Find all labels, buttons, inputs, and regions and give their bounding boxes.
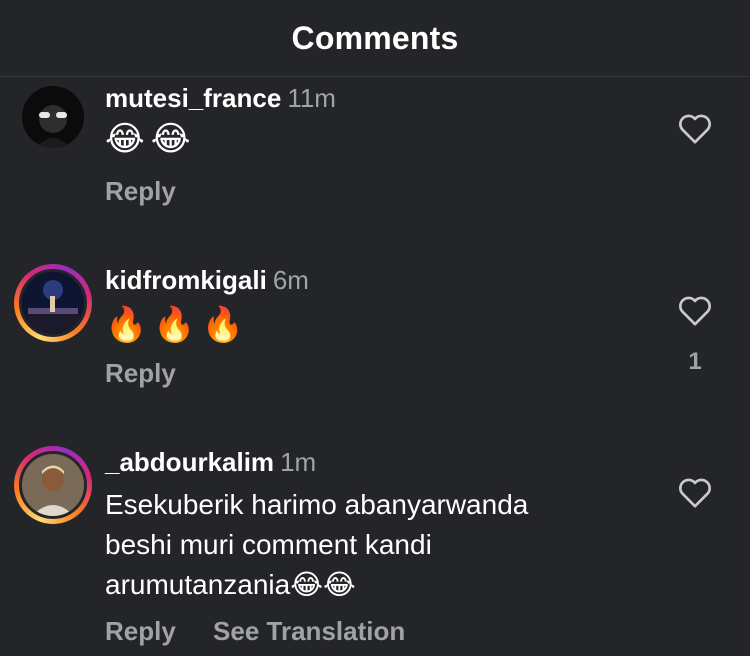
- comment-text: Esekuberik harimo abanyarwanda beshi mur…: [105, 485, 645, 605]
- comment-text-line: Esekuberik harimo abanyarwanda: [105, 489, 529, 520]
- comment-text: 🔥🔥🔥: [105, 305, 251, 345]
- page-title: Comments: [291, 19, 459, 56]
- avatar[interactable]: [14, 446, 92, 524]
- reply-button[interactable]: Reply: [105, 176, 176, 206]
- avatar[interactable]: [14, 78, 92, 156]
- comment-text-line: beshi muri comment kandi: [105, 529, 432, 560]
- comment-text-line: arumutanzania😂😂: [105, 569, 356, 600]
- username[interactable]: mutesi_france: [105, 83, 281, 113]
- username[interactable]: kidfromkigali: [105, 265, 267, 295]
- comment-text: 😂😂: [105, 119, 197, 159]
- reply-button[interactable]: Reply: [105, 358, 176, 388]
- like-count: 1: [688, 348, 702, 375]
- see-translation-button[interactable]: See Translation: [213, 616, 405, 646]
- comment-meta: _abdourkalim 1m: [105, 447, 316, 477]
- username[interactable]: _abdourkalim: [105, 447, 274, 477]
- comment-actions: Reply: [105, 358, 206, 389]
- heart-outline-icon[interactable]: [675, 290, 715, 330]
- heart-outline-icon[interactable]: [675, 472, 715, 512]
- comments-header: Comments: [0, 0, 750, 77]
- comment-meta: mutesi_france 11m: [105, 83, 336, 113]
- comment-actions: Reply: [105, 176, 206, 207]
- timestamp: 11m: [287, 83, 336, 113]
- avatar[interactable]: [14, 264, 92, 342]
- comment-actions: Reply See Translation: [105, 616, 435, 647]
- timestamp: 1m: [280, 447, 317, 477]
- heart-outline-icon[interactable]: [675, 108, 715, 148]
- timestamp: 6m: [272, 265, 309, 295]
- reply-button[interactable]: Reply: [105, 616, 176, 646]
- comment-meta: kidfromkigali 6m: [105, 265, 309, 295]
